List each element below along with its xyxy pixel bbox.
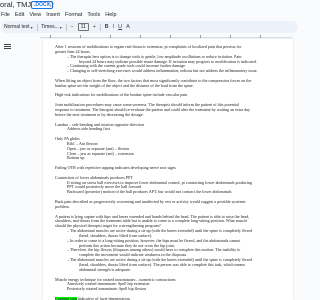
formatting-toolbar: Normal text ▾ Times... ▾ − 11 + B I U A [1,21,298,33]
font-family-label: Times... [41,24,59,30]
menu-help[interactable]: Help [105,11,116,20]
document-page[interactable]: After 1 sessions of mobilizations to reg… [43,39,293,300]
toolbar-divider [65,23,67,31]
document-line: – Changing to self-stretching exercises … [67,69,258,74]
menu-tools[interactable]: Tools [87,11,100,20]
ruler-tick [260,35,261,38]
menu-format[interactable]: Format [65,11,82,20]
font-family-select[interactable]: Times... ▾ [41,24,62,30]
menu-insert[interactable]: Insert [46,11,60,20]
ruler-tick [80,35,81,38]
paragraph-style-select[interactable]: Normal text ▾ [4,24,33,30]
ruler-tick [170,35,171,38]
star-icon[interactable]: ☆ [48,0,55,10]
document-body[interactable]: After 1 sessions of mobilizations to reg… [55,45,287,300]
title-bar: oral, TMJ .DOCX ☆ [0,0,300,11]
ruler-tick [50,35,51,38]
menu-bar: File Edit View Insert Format Tools Help [0,11,300,20]
ruler-tick [200,35,201,38]
ruler-tick [110,35,111,38]
paragraph-style-label: Normal text [4,24,30,30]
ruler-tick [230,35,231,38]
italic-button[interactable]: I [113,22,115,32]
underline-button[interactable]: U [118,22,122,32]
chevron-down-icon: ▾ [59,24,62,30]
bold-button[interactable]: B [105,22,109,32]
toolbar-divider [36,23,38,31]
document-title[interactable]: oral, TMJ [0,0,31,10]
outline-icon[interactable] [4,44,11,50]
chevron-down-icon: ▾ [30,24,33,30]
ruler[interactable] [40,34,292,38]
increase-font-size-button[interactable]: + [93,22,96,32]
toolbar-divider [100,23,101,31]
ruler-tick [140,35,141,38]
menu-view[interactable]: View [29,11,41,20]
decrease-font-size-button[interactable]: − [70,22,73,32]
text-color-button[interactable]: A [126,22,130,32]
menu-file[interactable]: File [1,11,10,20]
menu-edit[interactable]: Edit [15,11,24,20]
font-size-input[interactable]: 11 [77,23,89,31]
